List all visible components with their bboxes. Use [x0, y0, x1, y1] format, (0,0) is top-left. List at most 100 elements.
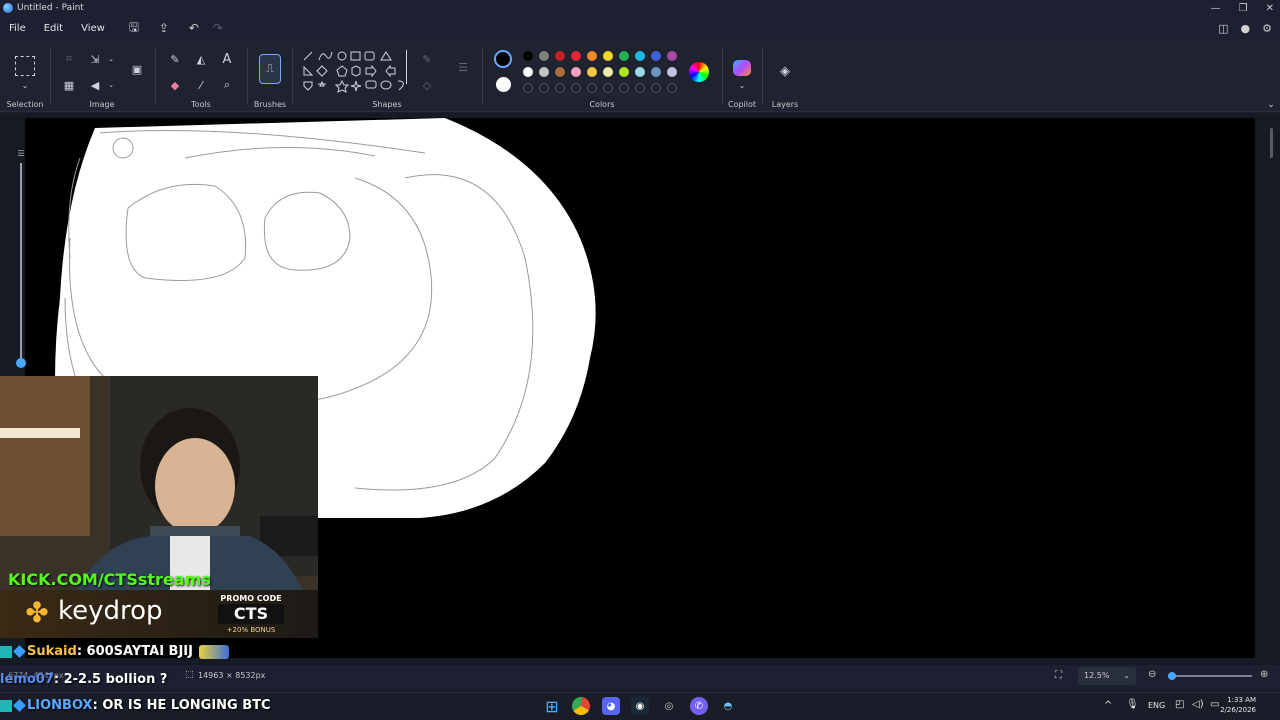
kick-url-text: KICK.COM/CTSstreams — [8, 570, 211, 589]
color-swatch[interactable] — [587, 51, 597, 61]
color-swatch[interactable] — [555, 67, 565, 77]
edit-colors-icon[interactable] — [689, 62, 709, 82]
crop-icon[interactable]: ⌗ — [60, 50, 78, 68]
zoom-in-icon[interactable]: ⊕ — [1260, 669, 1268, 680]
language-indicator[interactable]: ENG — [1148, 701, 1165, 710]
shapes-group: ✎ ◇ ☰ Shapes — [298, 40, 480, 112]
viber-icon[interactable]: ✆ — [690, 697, 708, 715]
slider-handle[interactable] — [16, 358, 26, 368]
account-icon[interactable]: ● — [1241, 22, 1251, 35]
color-swatch[interactable] — [587, 67, 597, 77]
color-swatch[interactable] — [619, 51, 629, 61]
eraser-icon[interactable]: ◆ — [166, 76, 184, 94]
feedback-icon[interactable]: ◫ — [1218, 22, 1228, 35]
menu-edit[interactable]: Edit — [35, 23, 72, 34]
shape-scroll-icon[interactable] — [406, 50, 407, 84]
volume-icon[interactable]: ◁) — [1192, 699, 1204, 710]
image-select-icon[interactable]: ▣ — [128, 60, 146, 78]
chevron-up-icon[interactable]: ^ — [1104, 700, 1112, 711]
chat-message: lemo07: 2-2.5 bollion ? — [0, 672, 167, 687]
microphone-icon[interactable]: 🎙 — [1126, 699, 1139, 710]
color-swatch[interactable] — [523, 67, 533, 77]
color-swatch[interactable] — [539, 51, 549, 61]
color-swatch[interactable] — [667, 51, 677, 61]
fill-bucket-icon[interactable]: ◭ — [192, 50, 210, 68]
color-swatch[interactable] — [651, 67, 661, 77]
custom-color-slot[interactable] — [603, 83, 613, 93]
text-icon[interactable]: A — [218, 50, 236, 68]
shape-size-icon[interactable]: ☰ — [454, 58, 472, 76]
chrome-icon[interactable] — [572, 697, 590, 715]
shapes-gallery-icon[interactable] — [302, 50, 414, 96]
paint-taskbar-icon[interactable]: ◓ — [719, 697, 737, 715]
brush-icon[interactable]: ⎍ — [259, 54, 281, 84]
color-swatch[interactable] — [603, 51, 613, 61]
clock[interactable]: 1:33 AM 2/26/2026 — [1212, 695, 1256, 715]
save-icon[interactable]: 🖫 — [124, 18, 144, 39]
fit-to-window-icon[interactable]: ⛶ — [1055, 670, 1062, 681]
custom-color-slot[interactable] — [651, 83, 661, 93]
restore-icon[interactable]: ❐ — [1239, 3, 1248, 14]
chevron-down-icon[interactable]: ⌄ — [733, 76, 751, 94]
custom-color-slot[interactable] — [635, 83, 645, 93]
zoom-slider-handle[interactable] — [1168, 672, 1176, 680]
share-icon[interactable]: ⇪ — [154, 21, 174, 35]
ribbon-collapse-icon[interactable]: ⌄ — [1262, 96, 1280, 114]
chevron-down-icon[interactable]: ⌄ — [16, 76, 34, 94]
custom-color-slot[interactable] — [667, 83, 677, 93]
chevron-down-icon[interactable]: ⌄ — [102, 50, 120, 68]
color-picker-icon[interactable]: ⁄ — [192, 76, 210, 94]
color-swatch[interactable] — [667, 67, 677, 77]
status-bar: 6774, 4548px ⬚ 14963 × 8532px ⛶ 12.5% ⌄ … — [0, 665, 1280, 687]
zoom-slider[interactable] — [1168, 672, 1252, 680]
custom-color-slot[interactable] — [571, 83, 581, 93]
copilot-icon[interactable] — [733, 60, 751, 76]
window-title: Untitled - Paint — [17, 3, 84, 13]
vertical-scrollbar[interactable] — [1268, 118, 1276, 658]
color-swatch[interactable] — [571, 67, 581, 77]
primary-color-swatch[interactable] — [494, 50, 512, 68]
shape-fill-icon[interactable]: ◇ — [418, 76, 436, 94]
menu-view[interactable]: View — [72, 23, 114, 34]
minimize-icon[interactable]: — — [1211, 3, 1221, 14]
brush-size-slider[interactable]: ☰ — [14, 143, 28, 373]
shape-outline-icon[interactable]: ✎ — [418, 50, 436, 68]
chevron-down-icon[interactable]: ⌄ — [102, 76, 120, 94]
color-swatch[interactable] — [571, 51, 581, 61]
undo-icon[interactable]: ↶ — [184, 21, 204, 35]
color-swatch[interactable] — [603, 67, 613, 77]
zoom-out-icon[interactable]: ⊖ — [1148, 669, 1156, 680]
steam-icon[interactable]: ◉ — [631, 697, 649, 715]
custom-color-slot[interactable] — [619, 83, 629, 93]
color-swatch[interactable] — [635, 51, 645, 61]
ribbon: ⌄ Selection ⌗ ⇲ ⌄ ▣ ▦ ◀ ⌄ Image ✎ ◭ A ◆ … — [0, 40, 1280, 112]
divider — [50, 48, 51, 104]
custom-color-slot[interactable] — [539, 83, 549, 93]
scrollbar-thumb[interactable] — [1270, 128, 1273, 158]
settings-icon[interactable]: ⚙ — [1262, 22, 1272, 35]
network-icon[interactable]: ◰ — [1175, 699, 1184, 710]
obs-icon[interactable]: ◎ — [660, 697, 678, 715]
magnifier-icon[interactable]: ⌕ — [218, 76, 236, 94]
redo-icon[interactable]: ↷ — [208, 21, 228, 35]
color-swatch[interactable] — [651, 51, 661, 61]
color-swatch[interactable] — [539, 67, 549, 77]
color-swatch[interactable] — [523, 51, 533, 61]
color-swatch[interactable] — [555, 51, 565, 61]
color-swatch[interactable] — [635, 67, 645, 77]
zoom-dropdown[interactable]: 12.5% ⌄ — [1078, 667, 1136, 685]
custom-color-slot[interactable] — [555, 83, 565, 93]
discord-icon[interactable]: ◕ — [602, 697, 620, 715]
remove-background-icon[interactable]: ▦ — [60, 76, 78, 94]
windows-start-icon[interactable]: ⊞ — [543, 697, 561, 716]
menu-file[interactable]: File — [0, 23, 35, 34]
chat-username: lemo07 — [0, 672, 54, 687]
color-swatch[interactable] — [619, 67, 629, 77]
custom-color-slot[interactable] — [523, 83, 533, 93]
secondary-color-swatch[interactable] — [496, 77, 511, 92]
custom-color-slot[interactable] — [587, 83, 597, 93]
close-icon[interactable]: ✕ — [1266, 3, 1274, 14]
layers-icon[interactable]: ◈ — [776, 62, 794, 80]
selection-rectangle-icon[interactable] — [15, 56, 35, 76]
pencil-icon[interactable]: ✎ — [166, 50, 184, 68]
